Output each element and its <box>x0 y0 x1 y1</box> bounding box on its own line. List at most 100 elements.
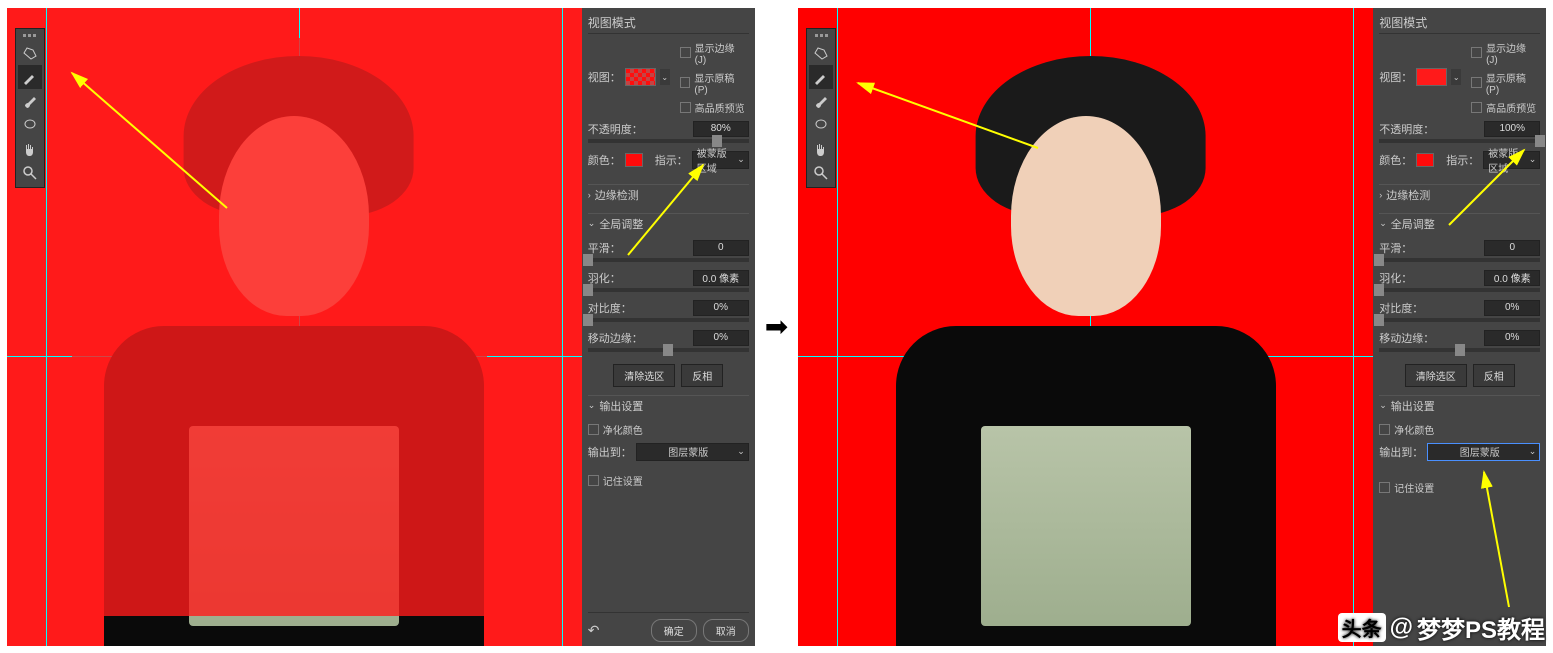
output-to-value: 图层蒙版 <box>668 444 708 459</box>
photoshop-window-left: 视图模式 视图： ⌄ 显示边缘 (J) 显示原稿 (P) 高品质预览 不透明度：… <box>7 8 755 646</box>
guide-vertical[interactable] <box>1353 8 1354 646</box>
decontaminate-label: 净化颜色 <box>1394 422 1434 437</box>
ok-button[interactable]: 确定 <box>651 619 697 642</box>
feather-slider[interactable] <box>588 288 749 292</box>
remember-checkbox[interactable] <box>588 475 599 486</box>
shift-edge-label: 移动边缘： <box>588 330 643 346</box>
toolbar-grip[interactable] <box>18 31 42 41</box>
color-swatch[interactable] <box>625 153 643 167</box>
view-dropdown[interactable]: ⌄ <box>1451 69 1461 85</box>
person-face <box>1011 116 1161 316</box>
global-adjust-section[interactable]: ⌄全局调整 <box>1379 213 1540 234</box>
indicate-label: 指示： <box>1446 152 1479 168</box>
chevron-down-icon: ⌄ <box>1379 400 1387 411</box>
transition-arrow-icon: ➡ <box>765 310 788 343</box>
panel-title: 视图模式 <box>588 12 749 34</box>
mask-overlay <box>72 38 487 616</box>
opacity-slider[interactable] <box>588 139 749 143</box>
output-to-select[interactable]: 图层蒙版 <box>636 443 749 461</box>
indicate-select[interactable]: 被蒙版区域 <box>692 151 749 169</box>
smooth-slider[interactable] <box>1379 258 1540 262</box>
global-adjust-label: 全局调整 <box>599 216 643 232</box>
feather-input[interactable]: 0.0 像素 <box>1484 270 1540 286</box>
indicate-value: 被蒙版区域 <box>697 145 736 175</box>
smooth-slider[interactable] <box>588 258 749 262</box>
color-swatch[interactable] <box>1416 153 1434 167</box>
opacity-slider[interactable] <box>1379 139 1540 143</box>
lasso-tool[interactable] <box>809 113 833 137</box>
feather-slider[interactable] <box>1379 288 1540 292</box>
edge-detect-label: 边缘检测 <box>1386 187 1430 203</box>
chevron-down-icon: ⌄ <box>588 400 596 411</box>
view-thumbnail[interactable] <box>1416 68 1447 86</box>
edge-detect-label: 边缘检测 <box>595 187 639 203</box>
show-original-label: 显示原稿 (P) <box>1486 70 1540 96</box>
refine-edge-brush-tool[interactable] <box>18 65 42 89</box>
quick-select-tool[interactable] <box>809 41 833 65</box>
contrast-input[interactable]: 0% <box>693 300 749 316</box>
contrast-input[interactable]: 0% <box>1484 300 1540 316</box>
contrast-slider[interactable] <box>1379 318 1540 322</box>
refine-edge-brush-tool[interactable] <box>809 65 833 89</box>
decontaminate-label: 净化颜色 <box>603 422 643 437</box>
brush-tool[interactable] <box>18 89 42 113</box>
invert-button[interactable]: 反相 <box>1473 364 1515 387</box>
remember-checkbox[interactable] <box>1379 482 1390 493</box>
edge-detection-section[interactable]: ›边缘检测 <box>1379 184 1540 205</box>
shift-edge-input[interactable]: 0% <box>693 330 749 346</box>
clear-selection-button[interactable]: 清除选区 <box>613 364 675 387</box>
guide-vertical[interactable] <box>46 8 47 646</box>
show-edge-checkbox[interactable] <box>680 47 691 58</box>
brush-tool[interactable] <box>809 89 833 113</box>
smooth-input[interactable]: 0 <box>1484 240 1540 256</box>
high-quality-checkbox[interactable] <box>680 102 691 113</box>
show-edge-checkbox[interactable] <box>1471 47 1482 58</box>
view-thumbnail[interactable] <box>625 68 656 86</box>
lasso-tool[interactable] <box>18 113 42 137</box>
undo-icon[interactable]: ↶ <box>588 622 600 639</box>
opacity-label: 不透明度： <box>1379 121 1434 137</box>
zoom-tool[interactable] <box>809 161 833 185</box>
smooth-input[interactable]: 0 <box>693 240 749 256</box>
output-label: 输出设置 <box>1391 398 1435 414</box>
show-original-checkbox[interactable] <box>680 77 691 88</box>
output-to-label: 输出到： <box>588 444 632 460</box>
output-to-value: 图层蒙版 <box>1460 444 1500 459</box>
decontaminate-checkbox[interactable] <box>1379 424 1390 435</box>
canvas-left[interactable] <box>7 8 582 646</box>
annotation-arrow-panel <box>1379 175 1540 176</box>
guide-vertical[interactable] <box>837 8 838 646</box>
guide-vertical[interactable] <box>562 8 563 646</box>
output-section[interactable]: ⌄ 输出设置 <box>1379 395 1540 416</box>
quick-select-tool[interactable] <box>18 41 42 65</box>
hand-tool[interactable] <box>18 137 42 161</box>
shift-edge-label: 移动边缘： <box>1379 330 1434 346</box>
decontaminate-checkbox[interactable] <box>588 424 599 435</box>
opacity-input[interactable]: 100% <box>1484 121 1540 137</box>
edge-detection-section[interactable]: ›边缘检测 <box>588 184 749 205</box>
output-section[interactable]: ⌄输出设置 <box>588 395 749 416</box>
toolbar-grip[interactable] <box>809 31 833 41</box>
canvas-right[interactable] <box>798 8 1373 646</box>
toolbar <box>806 28 836 188</box>
watermark-prefix: 头条 <box>1338 613 1386 642</box>
cancel-button[interactable]: 取消 <box>703 619 749 642</box>
feather-input[interactable]: 0.0 像素 <box>693 270 749 286</box>
output-to-select[interactable]: 图层蒙版 <box>1427 443 1540 461</box>
shift-edge-slider[interactable] <box>588 348 749 352</box>
high-quality-checkbox[interactable] <box>1471 102 1482 113</box>
shift-edge-slider[interactable] <box>1379 348 1540 352</box>
annotation-arrow-output <box>1379 467 1540 468</box>
clear-selection-button[interactable]: 清除选区 <box>1405 364 1467 387</box>
zoom-tool[interactable] <box>18 161 42 185</box>
global-adjust-section[interactable]: ⌄全局调整 <box>588 213 749 234</box>
high-quality-label: 高品质预览 <box>1486 100 1536 115</box>
view-dropdown[interactable]: ⌄ <box>660 69 670 85</box>
show-original-checkbox[interactable] <box>1471 77 1482 88</box>
contrast-slider[interactable] <box>588 318 749 322</box>
hand-tool[interactable] <box>809 137 833 161</box>
indicate-select[interactable]: 被蒙版区域 <box>1483 151 1540 169</box>
invert-button[interactable]: 反相 <box>681 364 723 387</box>
global-adjust-label: 全局调整 <box>1391 216 1435 232</box>
shift-edge-input[interactable]: 0% <box>1484 330 1540 346</box>
